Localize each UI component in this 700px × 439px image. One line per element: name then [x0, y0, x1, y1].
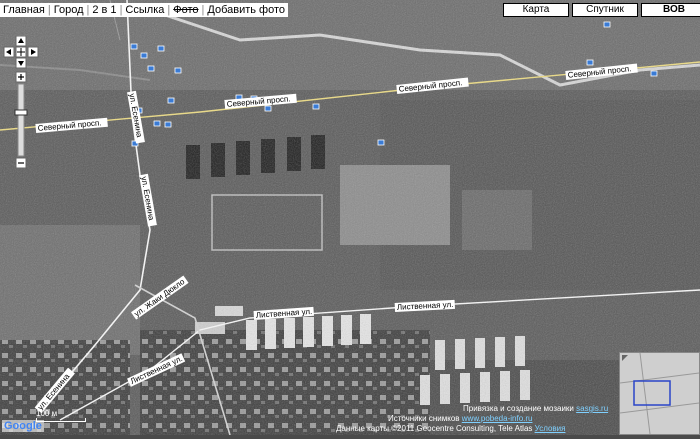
photo-marker-icon[interactable] — [153, 120, 161, 127]
data-prefix: Данные карты ©2011 Geocentre Consulting,… — [336, 424, 533, 433]
pan-center-button[interactable] — [15, 46, 27, 58]
pan-down-button[interactable] — [15, 57, 27, 69]
zoom-slider-track[interactable] — [17, 83, 25, 157]
photo-marker-icon[interactable] — [140, 52, 148, 59]
photo-marker-icon[interactable] — [157, 45, 165, 52]
zoom-in-button[interactable] — [15, 71, 27, 83]
mosaic-prefix: Привязка и создание мозаики — [463, 404, 574, 413]
photo-marker-icon[interactable] — [377, 139, 385, 146]
photo-marker-icon[interactable] — [586, 59, 594, 66]
map-type-satellite-button[interactable]: Спутник — [572, 3, 638, 17]
nav-city[interactable]: Город — [50, 3, 87, 17]
images-attribution: Источники снимков www.pobeda-info.ru — [388, 414, 532, 423]
pan-right-button[interactable] — [27, 46, 39, 58]
map-type-switcher: Карта Спутник ВОВ — [500, 3, 700, 17]
nav-link[interactable]: Ссылка — [122, 3, 168, 17]
map-type-map-button[interactable]: Карта — [503, 3, 569, 17]
photo-marker-icon[interactable] — [167, 97, 175, 104]
nav-home[interactable]: Главная — [0, 3, 48, 17]
photo-marker-icon[interactable] — [264, 105, 272, 112]
mosaic-link[interactable]: sasgis.ru — [576, 404, 608, 413]
google-logo[interactable]: Google — [2, 420, 44, 432]
photo-marker-icon[interactable] — [312, 103, 320, 110]
mosaic-attribution: Привязка и создание мозаики sasgis.ru — [463, 404, 608, 413]
scale-label: 100 м — [36, 409, 58, 418]
top-nav: Главная | Город | 2 в 1 | Ссылка | Фото | Доб… — [0, 3, 289, 17]
photo-marker-icon[interactable] — [130, 43, 138, 50]
nav-add-photo[interactable]: Добавить фото — [204, 3, 289, 17]
terms-link[interactable]: Условия — [535, 424, 566, 433]
overview-map[interactable] — [619, 352, 700, 435]
photo-marker-icon[interactable] — [164, 121, 172, 128]
data-attribution: Данные карты ©2011 Geocentre Consulting,… — [336, 424, 565, 433]
nav-2in1[interactable]: 2 в 1 — [89, 3, 120, 17]
photo-marker-icon[interactable] — [650, 70, 658, 77]
zoom-slider-handle[interactable] — [14, 109, 28, 116]
images-prefix: Источники снимков — [388, 414, 460, 423]
photo-marker-icon[interactable] — [603, 21, 611, 28]
satellite-map[interactable]: Северный просп. Северный просп. Северный… — [0, 0, 700, 435]
map-type-wwii-button[interactable]: ВОВ — [641, 3, 700, 17]
pan-up-button[interactable] — [15, 36, 27, 47]
pan-left-button[interactable] — [3, 46, 15, 58]
images-link[interactable]: www.pobeda-info.ru — [462, 414, 533, 423]
photo-marker-icon[interactable] — [147, 65, 155, 72]
photo-marker-icon[interactable] — [174, 67, 182, 74]
pan-zoom-control — [3, 36, 39, 169]
zoom-out-button[interactable] — [15, 157, 27, 169]
nav-photo[interactable]: Фото — [170, 3, 202, 17]
